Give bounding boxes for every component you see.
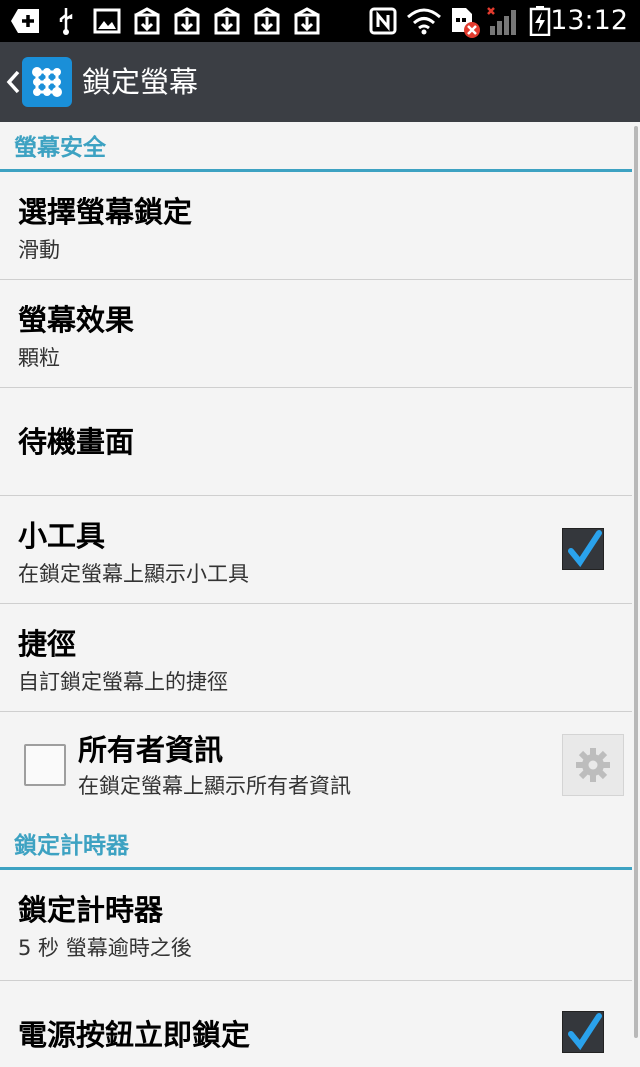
sim-error-icon <box>448 4 482 38</box>
setting-subtitle: 顆粒 <box>18 346 60 370</box>
setting-power-button-lock[interactable]: 電源按鈕立即鎖定 <box>0 981 632 1061</box>
setting-subtitle: 5 秒 螢幕逾時之後 <box>18 936 192 960</box>
checkmark-icon <box>568 530 602 568</box>
download-icon <box>252 6 282 36</box>
setting-subtitle: 滑動 <box>18 238 60 262</box>
setting-title: 待機畫面 <box>18 425 135 459</box>
gear-icon <box>576 748 610 782</box>
power-button-lock-checkbox[interactable] <box>562 1011 604 1053</box>
download-icon <box>292 6 322 36</box>
download-icon <box>132 6 162 36</box>
battery-charging-icon <box>528 6 552 36</box>
setting-subtitle: 在鎖定螢幕上顯示所有者資訊 <box>78 774 351 798</box>
download-icon <box>212 6 242 36</box>
status-time: 13:12 <box>550 5 628 36</box>
setting-lock-timer[interactable]: 鎖定計時器 5 秒 螢幕逾時之後 <box>0 870 632 981</box>
image-icon <box>92 6 122 36</box>
setting-wallpaper[interactable]: 待機畫面 <box>0 388 632 496</box>
setting-owner-info[interactable]: 所有者資訊 在鎖定螢幕上顯示所有者資訊 <box>0 712 632 822</box>
section-header-label: 螢幕安全 <box>14 135 106 161</box>
setting-title: 鎖定計時器 <box>18 893 164 927</box>
section-header-lock-timer: 鎖定計時器 <box>0 822 632 870</box>
setting-subtitle: 自訂鎖定螢幕上的捷徑 <box>18 670 228 694</box>
setting-title: 電源按鈕立即鎖定 <box>18 1018 251 1052</box>
widgets-checkbox[interactable] <box>562 528 604 570</box>
download-icon <box>172 6 202 36</box>
setting-title: 小工具 <box>18 519 106 553</box>
status-bar: 13:12 <box>0 0 640 42</box>
setting-select-screen-lock[interactable]: 選擇螢幕鎖定 滑動 <box>0 172 632 280</box>
nfc-icon <box>368 6 398 36</box>
setting-title: 螢幕效果 <box>18 303 135 337</box>
add-box-icon <box>8 6 42 36</box>
owner-info-settings-button[interactable] <box>562 734 624 796</box>
checkmark-icon <box>568 1013 602 1051</box>
page-title: 鎖定螢幕 <box>82 65 199 99</box>
wifi-icon <box>404 6 444 36</box>
setting-title: 選擇螢幕鎖定 <box>18 195 193 229</box>
setting-screen-effect[interactable]: 螢幕效果 顆粒 <box>0 280 632 388</box>
section-header-label: 鎖定計時器 <box>14 833 129 859</box>
usb-icon <box>54 6 78 36</box>
settings-list[interactable]: 螢幕安全 選擇螢幕鎖定 滑動 螢幕效果 顆粒 待機畫面 小工具 在鎖定螢幕上顯示… <box>0 122 632 1067</box>
setting-subtitle: 在鎖定螢幕上顯示小工具 <box>18 562 249 586</box>
section-header-screen-security: 螢幕安全 <box>0 122 632 172</box>
app-bar: 鎖定螢幕 <box>0 42 640 122</box>
back-chevron-icon[interactable] <box>4 62 22 102</box>
owner-info-checkbox[interactable] <box>24 744 66 786</box>
setting-title: 所有者資訊 <box>78 733 224 767</box>
scrollbar[interactable] <box>634 126 638 1038</box>
signal-icon <box>486 6 522 36</box>
setting-title: 捷徑 <box>18 627 77 661</box>
setting-shortcuts[interactable]: 捷徑 自訂鎖定螢幕上的捷徑 <box>0 604 632 712</box>
lock-screen-app-icon[interactable] <box>22 57 72 107</box>
setting-widgets[interactable]: 小工具 在鎖定螢幕上顯示小工具 <box>0 496 632 604</box>
